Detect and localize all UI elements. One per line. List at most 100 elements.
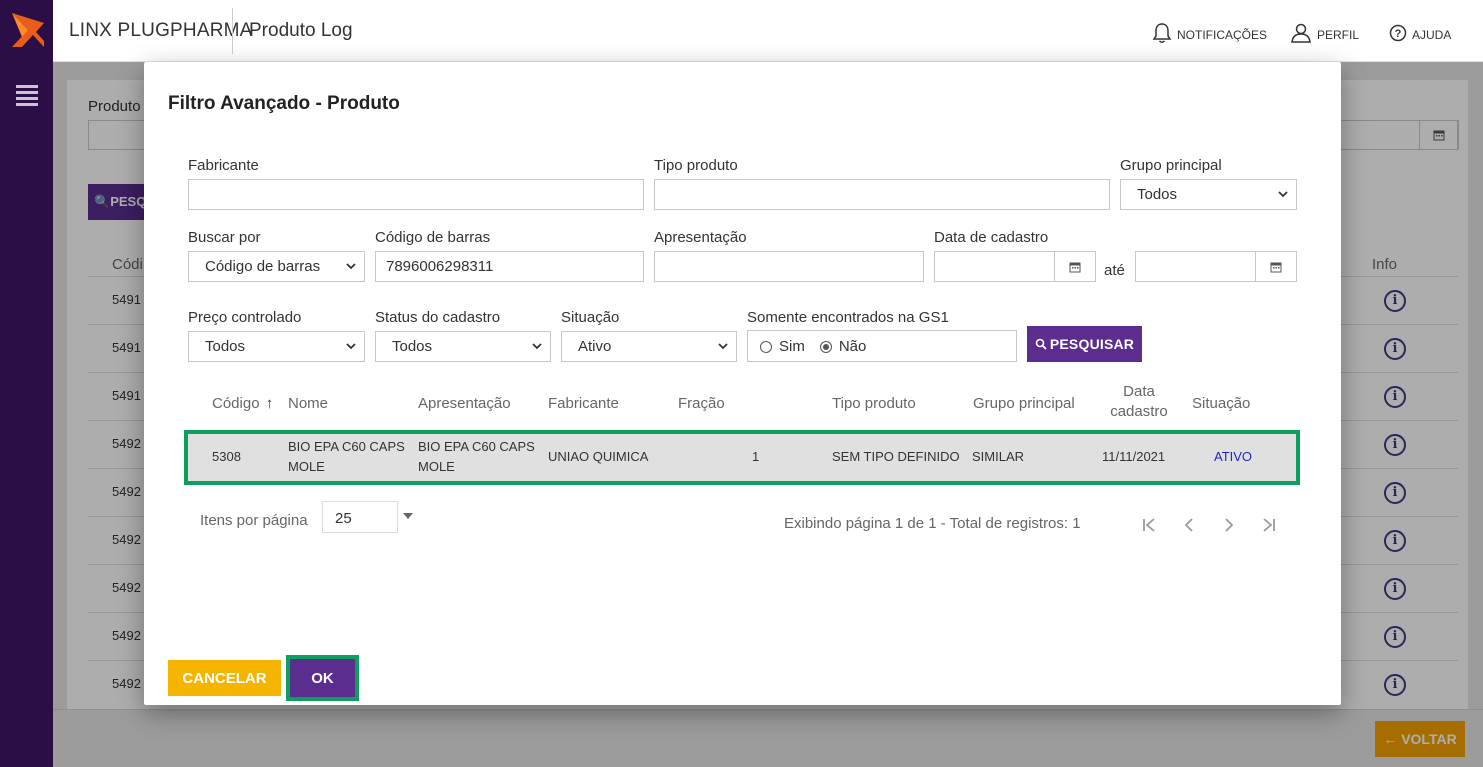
items-per-page-select[interactable]: 25: [322, 501, 398, 533]
cell-data-cadastro: 11/11/2021: [1102, 449, 1166, 464]
buscar-por-label: Buscar por: [188, 229, 261, 246]
preco-controlado-select[interactable]: Todos: [188, 331, 365, 362]
cell-fabricante: UNIAO QUIMICA: [548, 449, 649, 464]
fabricante-label: Fabricante: [188, 157, 259, 174]
grupo-principal-select[interactable]: Todos: [1120, 179, 1297, 210]
topbar: LINX PLUGPHARMA Produto Log NOTIFICAÇÕES…: [53, 0, 1483, 62]
gs1-nao-label: Não: [838, 337, 867, 355]
gs1-label: Somente encontrados na GS1: [747, 309, 949, 326]
gs1-sim-radio[interactable]: [760, 341, 772, 353]
col-header-codigo-label: Código: [212, 395, 260, 412]
situacao-select[interactable]: Ativo: [561, 331, 737, 362]
fabricante-input[interactable]: [188, 179, 644, 210]
dropdown-caret-icon[interactable]: [403, 513, 413, 519]
ate-label: até: [1104, 262, 1125, 279]
col-header-apresentacao[interactable]: Apresentação: [418, 394, 511, 414]
gs1-radio-group: Sim Não: [747, 330, 1017, 362]
col-header-data-cadastro-line2: cadastro: [1110, 403, 1168, 420]
grupo-principal-value: Todos: [1137, 186, 1178, 203]
tipo-produto-label: Tipo produto: [654, 157, 738, 174]
cell-tipo-produto: SEM TIPO DEFINIDO: [832, 449, 960, 464]
data-cadastro-to-input[interactable]: [1135, 251, 1256, 282]
status-cadastro-label: Status do cadastro: [375, 309, 501, 326]
items-per-page-label: Itens por página: [200, 512, 308, 529]
chevron-down-icon: [718, 343, 728, 350]
help-button[interactable]: ? AJUDA: [1389, 22, 1451, 44]
bell-icon: [1152, 23, 1172, 43]
notifications-label: NOTIFICAÇÕES: [1177, 28, 1268, 42]
brand-name: LINX PLUGPHARMA: [69, 20, 253, 41]
calendar-icon: [1069, 262, 1081, 272]
sort-ascending-icon: ↑: [265, 395, 274, 412]
situacao-label: Situação: [561, 309, 620, 326]
preco-controlado-value: Todos: [205, 338, 246, 355]
col-header-fracao[interactable]: Fração: [678, 394, 725, 414]
codigo-barras-label: Código de barras: [375, 229, 491, 246]
advanced-filter-modal: Filtro Avançado - Produto Fabricante Tip…: [144, 62, 1341, 705]
data-cadastro-from-input[interactable]: [934, 251, 1055, 282]
topbar-divider: [232, 8, 233, 54]
pesquisar-label: PESQUISAR: [1049, 336, 1135, 352]
buscar-por-value: Código de barras: [205, 258, 321, 275]
calendar-icon: [1270, 262, 1282, 272]
cell-nome-line2: MOLE: [288, 459, 325, 474]
gs1-nao-radio[interactable]: [819, 341, 832, 353]
situacao-value: Ativo: [578, 338, 612, 355]
col-header-data-cadastro-line1: Data: [1123, 383, 1155, 400]
cancel-button[interactable]: CANCELAR: [168, 660, 281, 696]
col-header-situacao[interactable]: Situação: [1192, 394, 1250, 414]
cell-situacao: ATIVO: [1214, 449, 1253, 464]
cell-nome: BIO EPA C60 CAPS MOLE: [288, 437, 405, 477]
codigo-barras-input[interactable]: 7896006298311: [375, 251, 644, 282]
chevron-down-icon: [346, 343, 356, 350]
chevron-down-icon: [532, 343, 542, 350]
search-icon: [1035, 338, 1047, 350]
notifications-button[interactable]: NOTIFICAÇÕES: [1152, 22, 1267, 44]
page-title: Produto Log: [249, 20, 353, 41]
sidebar: [0, 0, 53, 767]
hamburger-menu-icon[interactable]: [16, 85, 38, 107]
grupo-principal-label: Grupo principal: [1120, 157, 1222, 174]
cell-apresentacao-line1: BIO EPA C60 CAPS: [418, 439, 535, 454]
apresentacao-input[interactable]: [654, 251, 924, 282]
col-header-data-cadastro[interactable]: Data cadastro: [1088, 382, 1190, 422]
apresentacao-label: Apresentação: [654, 229, 747, 246]
col-header-nome[interactable]: Nome: [288, 394, 328, 414]
pesquisar-button[interactable]: PESQUISAR: [1027, 326, 1142, 362]
table-row[interactable]: 5308 BIO EPA C60 CAPS MOLE BIO EPA C60 C…: [184, 430, 1300, 485]
help-label: AJUDA: [1412, 28, 1452, 42]
profile-button[interactable]: PERFIL: [1290, 22, 1359, 44]
buscar-por-select[interactable]: Código de barras: [188, 251, 365, 282]
data-cadastro-from-calendar-button[interactable]: [1054, 251, 1096, 282]
profile-label: PERFIL: [1317, 28, 1360, 42]
cell-grupo-principal: SIMILAR: [972, 449, 1025, 464]
previous-page-icon[interactable]: [1178, 515, 1200, 535]
user-icon: [1291, 23, 1311, 43]
last-page-icon[interactable]: [1258, 515, 1280, 535]
svg-text:?: ?: [1395, 28, 1402, 40]
chevron-down-icon: [1278, 191, 1288, 198]
cell-apresentacao-line2: MOLE: [418, 459, 455, 474]
first-page-icon[interactable]: [1138, 515, 1160, 535]
col-header-grupo-principal[interactable]: Grupo principal: [973, 394, 1075, 414]
data-cadastro-label: Data de cadastro: [934, 229, 1049, 246]
preco-controlado-label: Preço controlado: [188, 309, 302, 326]
pagination-info: Exibindo página 1 de 1 - Total de regist…: [784, 515, 1081, 532]
cell-fracao: 1: [752, 449, 760, 464]
data-cadastro-to-calendar-button[interactable]: [1255, 251, 1297, 282]
linx-logo: [12, 13, 44, 47]
col-header-codigo[interactable]: Código ↑: [212, 394, 273, 414]
col-header-fabricante[interactable]: Fabricante: [548, 394, 619, 414]
ok-button[interactable]: OK: [286, 655, 359, 701]
status-cadastro-value: Todos: [392, 338, 433, 355]
cell-apresentacao: BIO EPA C60 CAPS MOLE: [418, 437, 535, 477]
cell-codigo: 5308: [212, 449, 241, 464]
status-cadastro-select[interactable]: Todos: [375, 331, 551, 362]
next-page-icon[interactable]: [1218, 515, 1240, 535]
tipo-produto-input[interactable]: [654, 179, 1110, 210]
chevron-down-icon: [346, 263, 356, 270]
gs1-sim-label: Sim: [779, 337, 805, 355]
cell-nome-line1: BIO EPA C60 CAPS: [288, 439, 405, 454]
col-header-tipo-produto[interactable]: Tipo produto: [832, 394, 916, 414]
modal-title: Filtro Avançado - Produto: [168, 93, 400, 114]
